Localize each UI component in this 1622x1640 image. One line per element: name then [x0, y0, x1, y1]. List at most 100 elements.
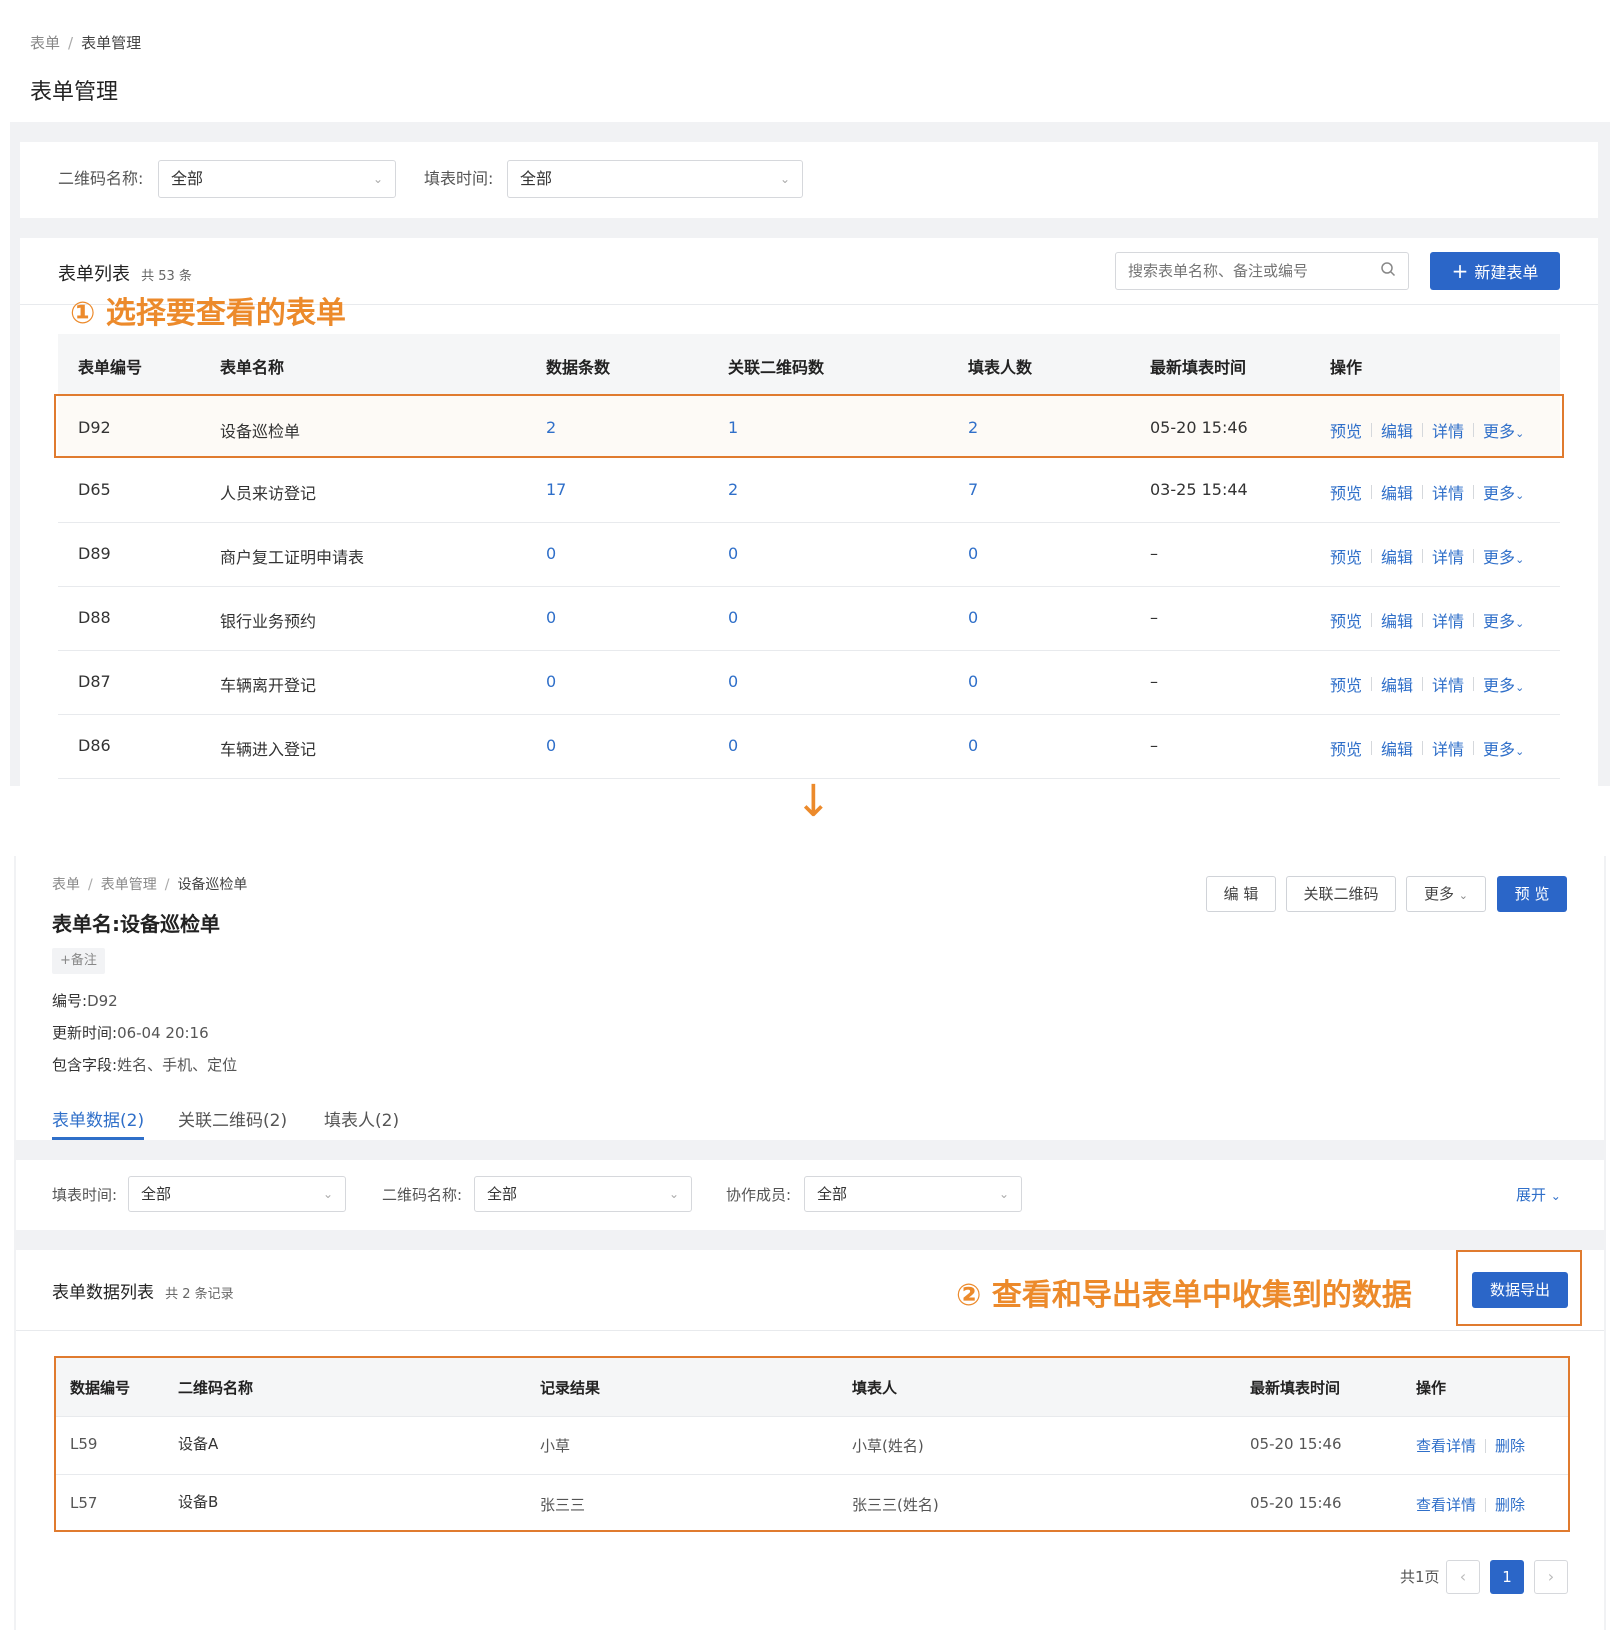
expand-filters-button[interactable]: 展开 ⌄: [1516, 1184, 1561, 1205]
meta-label: 编号:: [52, 992, 88, 1010]
add-note-button[interactable]: +备注: [52, 948, 105, 974]
preview-link[interactable]: 预览: [1330, 608, 1362, 632]
preview-link[interactable]: 预览: [1330, 736, 1362, 760]
row-latest-time: –: [1150, 608, 1158, 627]
qr-name-select-value: 全部: [487, 1185, 518, 1203]
detail-link[interactable]: 详情: [1432, 544, 1464, 568]
detail-link[interactable]: 详情: [1432, 480, 1464, 504]
meta-value: 06-04 20:16: [117, 1024, 209, 1042]
row-form-id: D86: [78, 736, 111, 755]
search-icon[interactable]: [1380, 261, 1396, 281]
row-latest-time: –: [1150, 672, 1158, 691]
row-form-id: D65: [78, 480, 111, 499]
row-form-name[interactable]: 银行业务预约: [220, 608, 316, 632]
row-data-count[interactable]: 0: [546, 672, 556, 691]
list-count: 共 53 条: [141, 269, 192, 284]
meta-label: 更新时间:: [52, 1024, 118, 1042]
page-1-button[interactable]: 1: [1490, 1560, 1524, 1594]
fill-time-select[interactable]: 全部 ⌄: [507, 160, 803, 198]
breadcrumb-item-form-manage: 表单管理: [81, 34, 142, 52]
page-title: 表单管理: [30, 80, 119, 105]
more-link[interactable]: 更多⌄: [1483, 544, 1524, 568]
edit-link[interactable]: 编辑: [1381, 544, 1413, 568]
row-form-id: D88: [78, 608, 111, 627]
row-data-count[interactable]: 17: [546, 480, 566, 499]
row-form-name[interactable]: 商户复工证明申请表: [220, 544, 364, 568]
preview-link[interactable]: 预览: [1330, 672, 1362, 696]
row-qr-count[interactable]: 0: [728, 736, 738, 755]
row-divider: [58, 714, 1560, 715]
edit-button[interactable]: 编 辑: [1206, 876, 1276, 912]
pagination-total: 共1页: [1400, 1568, 1440, 1586]
chevron-down-icon: ⌄: [372, 172, 383, 186]
edit-link[interactable]: 编辑: [1381, 608, 1413, 632]
row-qr-count[interactable]: 0: [728, 672, 738, 691]
qr-name-select[interactable]: 全部 ⌄: [158, 160, 396, 198]
chevron-down-icon: ⌄: [668, 1187, 679, 1201]
breadcrumb-item-form-manage[interactable]: 表单管理: [101, 877, 157, 893]
tab-underline: [52, 1137, 144, 1140]
highlight-data-table: [54, 1356, 1570, 1532]
member-filter-label: 协作成员:: [726, 1186, 792, 1204]
breadcrumb-item-forms[interactable]: 表单: [30, 34, 60, 52]
preview-link[interactable]: 预览: [1330, 544, 1362, 568]
col-people-count: 填表人数: [968, 358, 1033, 377]
chevron-down-icon: ⌄: [1515, 745, 1525, 758]
more-link[interactable]: 更多⌄: [1483, 608, 1524, 632]
row-latest-time: –: [1150, 544, 1158, 563]
row-data-count[interactable]: 0: [546, 736, 556, 755]
row-form-name[interactable]: 车辆进入登记: [220, 736, 316, 760]
tab-fillers[interactable]: 填表人(2): [324, 1106, 399, 1131]
meta-form-id: 编号:D92: [52, 990, 118, 1011]
tab-form-data[interactable]: 表单数据(2): [52, 1106, 144, 1131]
col-data-count: 数据条数: [546, 358, 611, 377]
row-people-count[interactable]: 0: [968, 736, 978, 755]
more-link[interactable]: 更多⌄: [1483, 672, 1524, 696]
highlight-selected-row: [54, 394, 1564, 458]
fill-time-filter-label: 填表时间:: [424, 169, 494, 188]
meta-fields: 包含字段:姓名、手机、定位: [52, 1054, 237, 1075]
edit-link[interactable]: 编辑: [1381, 736, 1413, 760]
edit-link[interactable]: 编辑: [1381, 672, 1413, 696]
row-form-name[interactable]: 车辆离开登记: [220, 672, 316, 696]
row-form-name[interactable]: 人员来访登记: [220, 480, 316, 504]
preview-button[interactable]: 预 览: [1497, 876, 1567, 912]
qr-name-select-value: 全部: [171, 169, 204, 188]
more-button[interactable]: 更多 ⌄: [1406, 876, 1486, 912]
edit-link[interactable]: 编辑: [1381, 480, 1413, 504]
search-box[interactable]: [1115, 252, 1409, 290]
detail-link[interactable]: 详情: [1432, 608, 1464, 632]
row-qr-count[interactable]: 0: [728, 544, 738, 563]
prev-page-button[interactable]: ‹: [1446, 1560, 1480, 1594]
more-link[interactable]: 更多⌄: [1483, 736, 1524, 760]
new-form-button[interactable]: + 新建表单: [1430, 252, 1560, 290]
row-divider: [58, 586, 1560, 587]
row-operations: 预览 编辑 详情 更多⌄: [1330, 608, 1524, 632]
fill-time-filter-label: 填表时间:: [52, 1186, 118, 1204]
list-title: 表单数据列表: [52, 1283, 154, 1303]
next-page-button[interactable]: ›: [1534, 1560, 1568, 1594]
row-qr-count[interactable]: 2: [728, 480, 738, 499]
breadcrumb: 表单 / 表单管理 / 设备巡检单: [52, 877, 248, 893]
row-people-count[interactable]: 0: [968, 608, 978, 627]
tab-related-qr[interactable]: 关联二维码(2): [178, 1106, 287, 1131]
row-data-count[interactable]: 0: [546, 544, 556, 563]
row-data-count[interactable]: 0: [546, 608, 556, 627]
search-input[interactable]: [1116, 253, 1366, 289]
related-qr-button[interactable]: 关联二维码: [1286, 876, 1396, 912]
more-link[interactable]: 更多⌄: [1483, 480, 1524, 504]
row-people-count[interactable]: 0: [968, 544, 978, 563]
member-select[interactable]: 全部 ⌄: [804, 1176, 1022, 1212]
preview-link[interactable]: 预览: [1330, 480, 1362, 504]
breadcrumb-item-forms[interactable]: 表单: [52, 877, 80, 893]
row-divider: [58, 650, 1560, 651]
detail-link[interactable]: 详情: [1432, 672, 1464, 696]
row-qr-count[interactable]: 0: [728, 608, 738, 627]
detail-link[interactable]: 详情: [1432, 736, 1464, 760]
fill-time-select[interactable]: 全部 ⌄: [128, 1176, 346, 1212]
row-people-count[interactable]: 7: [968, 480, 978, 499]
chevron-down-icon: ⌄: [1515, 681, 1525, 694]
qr-name-filter-label: 二维码名称:: [58, 169, 144, 188]
row-people-count[interactable]: 0: [968, 672, 978, 691]
qr-name-select[interactable]: 全部 ⌄: [474, 1176, 692, 1212]
